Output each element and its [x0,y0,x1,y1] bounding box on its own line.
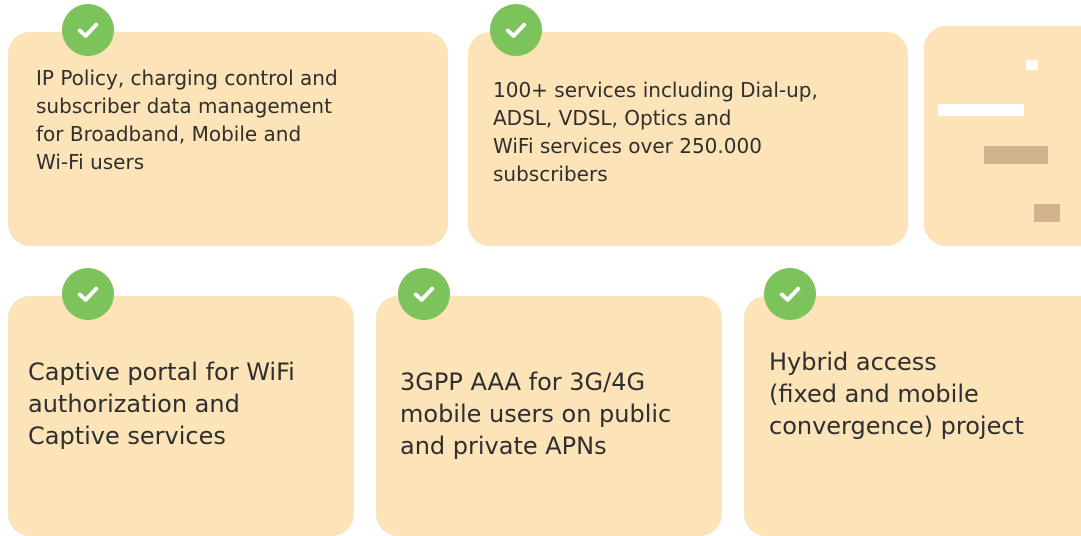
card-captive-portal-text: Captive portal for WiFi authorization an… [28,358,295,450]
check-icon [398,268,450,320]
card-ip-policy-text: IP Policy, charging control and subscrib… [36,66,338,174]
card-services: 100+ services including Dial-up, ADSL, V… [468,32,908,246]
check-icon [62,268,114,320]
card-hybrid-access-text: Hybrid access (fixed and mobile converge… [769,348,1024,440]
card-3gpp-aaa: 3GPP AAA for 3G/4G mobile users on publi… [376,296,722,536]
placeholder-block [1034,204,1060,222]
card-3gpp-aaa-text: 3GPP AAA for 3G/4G mobile users on publi… [400,368,672,460]
check-icon [62,4,114,56]
card-hybrid-access: Hybrid access (fixed and mobile converge… [744,296,1081,536]
placeholder-block [984,146,1048,164]
card-ip-policy: IP Policy, charging control and subscrib… [8,32,448,246]
check-icon [490,4,542,56]
check-icon [764,268,816,320]
card-placeholder [924,26,1081,246]
card-captive-portal: Captive portal for WiFi authorization an… [8,296,354,536]
placeholder-bar [938,104,1024,116]
placeholder-block [1026,60,1038,70]
card-services-text: 100+ services including Dial-up, ADSL, V… [493,78,818,186]
